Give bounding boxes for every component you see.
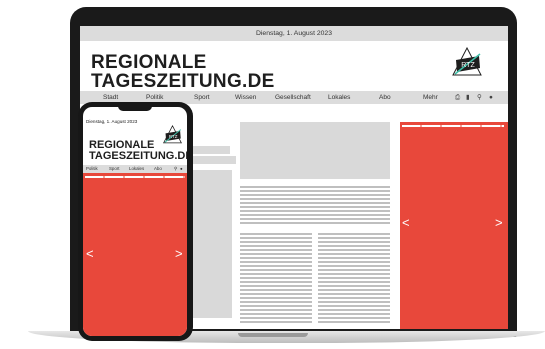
date-bar: Dienstag, 1. August 2023 bbox=[80, 26, 508, 41]
user-icon[interactable]: ● bbox=[489, 94, 493, 101]
mobile-rtz-logo-icon[interactable]: RTZ bbox=[163, 125, 182, 145]
teaser-text bbox=[240, 186, 390, 226]
mobile-user-icon[interactable]: ● bbox=[180, 166, 183, 171]
mobile-logo-line-2: TAGESZEITUNG.DE bbox=[89, 150, 187, 162]
phone-screen: Dienstag, 1. August 2023 REGIONALE TAGES… bbox=[83, 107, 187, 336]
bookmark-icon[interactable]: ▮ bbox=[466, 94, 470, 101]
teaser-text bbox=[318, 233, 390, 323]
mobile-slider-prev-icon[interactable]: < bbox=[86, 247, 94, 260]
mobile-nav-sport[interactable]: Sport bbox=[109, 166, 120, 171]
laptop-hinge bbox=[238, 333, 308, 337]
nav-item-sport[interactable]: Sport bbox=[194, 91, 210, 104]
site-logo[interactable]: REGIONALE TAGESZEITUNG.DE bbox=[91, 53, 275, 91]
teaser-image[interactable] bbox=[240, 122, 390, 179]
slider-next-icon[interactable]: > bbox=[495, 216, 503, 229]
slider-prev-icon[interactable]: < bbox=[402, 216, 410, 229]
logo-line-2: TAGESZEITUNG.DE bbox=[91, 71, 275, 92]
rtz-badge-text: RTZ bbox=[461, 62, 475, 69]
mobile-nav-abo[interactable]: Abo bbox=[154, 166, 162, 171]
logo-line-1: REGIONALE bbox=[91, 52, 207, 73]
teaser-image bbox=[190, 156, 236, 164]
mobile-nav-lokales[interactable]: Lokales bbox=[129, 166, 144, 171]
mobile-slider-progress bbox=[85, 176, 185, 178]
mobile-rtz-badge-text: RTZ bbox=[169, 134, 178, 139]
mobile-date: Dienstag, 1. August 2023 bbox=[86, 119, 138, 124]
mobile-nav: Politik Sport Lokales Abo ⚲ ● bbox=[83, 165, 187, 173]
rtz-logo-icon[interactable]: RTZ bbox=[452, 47, 482, 78]
nav-item-abo[interactable]: Abo bbox=[379, 91, 391, 104]
slider-progress bbox=[402, 125, 504, 127]
phone-notch bbox=[118, 104, 152, 111]
nav-item-mehr[interactable]: Mehr bbox=[423, 91, 438, 104]
mobile-nav-politik[interactable]: Politik bbox=[86, 166, 98, 171]
nav-item-wissen[interactable]: Wissen bbox=[235, 91, 256, 104]
teaser-image bbox=[190, 146, 230, 154]
print-icon[interactable]: ⎙ bbox=[455, 94, 460, 101]
nav-item-gesellschaft[interactable]: Gesellschaft bbox=[275, 91, 311, 104]
nav-item-lokales[interactable]: Lokales bbox=[328, 91, 350, 104]
mobile-search-icon[interactable]: ⚲ bbox=[174, 166, 177, 172]
mobile-feature-slider[interactable] bbox=[83, 173, 187, 336]
teaser-text bbox=[240, 233, 312, 323]
search-icon[interactable]: ⚲ bbox=[477, 94, 482, 101]
teaser-image bbox=[190, 170, 232, 318]
mobile-slider-next-icon[interactable]: > bbox=[175, 247, 183, 260]
feature-slider[interactable] bbox=[400, 122, 508, 329]
